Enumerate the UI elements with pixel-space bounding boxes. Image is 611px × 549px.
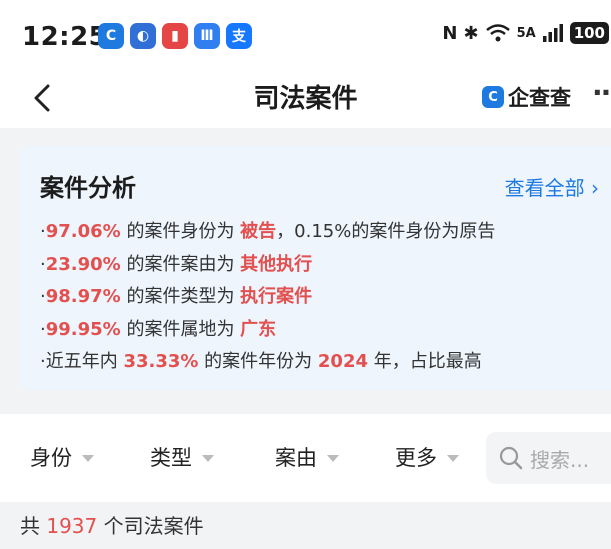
status-bar: 12:25 C ◐ ▮ Ⅲ 支 N ✱ 5A 100 [0,0,611,72]
analysis-line-identity: ·97.06% 的案件身份为 被告，0.15%的案件身份为原告 [40,221,496,242]
search-icon [499,446,523,470]
filter-more-dropdown[interactable]: 更多 [395,442,459,472]
app-globe-icon: ◐ [130,23,156,49]
notification-icons: C ◐ ▮ Ⅲ 支 [98,23,252,49]
more-menu-icon[interactable]: ·· [592,76,611,109]
app-alipay-icon: 支 [226,23,252,49]
case-count: 共 1937 个司法案件 [20,514,204,538]
system-icons: N ✱ 5A 100 [442,22,609,44]
filter-bar: 身份 类型 案由 更多 搜索... [0,414,611,502]
filter-type-dropdown[interactable]: 类型 [150,442,214,472]
analysis-line-cause: ·23.90% 的案件案由为 其他执行 [40,253,313,275]
case-count-bar: 共 1937 个司法案件 [0,502,611,549]
filter-identity-dropdown[interactable]: 身份 [30,442,94,472]
app-voice-icon: Ⅲ [194,23,220,49]
search-input[interactable]: 搜索... [486,432,611,484]
wifi-icon [485,24,510,42]
chevron-down-icon [447,455,459,462]
chevron-down-icon [202,455,214,462]
filter-cause-dropdown[interactable]: 案由 [275,442,339,472]
analysis-line-region: ·99.95% 的案件属地为 广东 [40,318,277,340]
analysis-line-year: ·近五年内 33.33% 的案件年份为 2024 年，占比最高 [40,351,482,372]
network-type-label: 5A [516,25,536,41]
analysis-lines: ·97.06% 的案件身份为 被告，0.15%的案件身份为原告 ·23.90% … [40,216,495,379]
search-placeholder: 搜索... [530,447,590,472]
app-circle-icon: C [98,23,124,49]
analysis-line-type: ·98.97% 的案件类型为 执行案件 [40,286,313,307]
nav-bar: 司法案件 C 企查查 ·· [0,72,611,128]
signal-icon [542,24,563,42]
brand-name: 企查查 [508,86,571,110]
analysis-title: 案件分析 [40,174,136,202]
battery-indicator: 100 [569,22,609,44]
case-analysis-card: 案件分析 查看全部 › ·97.06% 的案件身份为 被告，0.15%的案件身份… [20,146,611,390]
header-area: 12:25 C ◐ ▮ Ⅲ 支 N ✱ 5A 100 司法案件 C 企查查 ·· [0,0,611,128]
nfc-icon: N [442,22,458,44]
qichacha-logo-icon: C [482,86,504,108]
brand-logo: C 企查查 [482,82,571,112]
bluetooth-icon: ✱ [463,22,479,44]
app-red-book-icon: ▮ [162,23,188,49]
chevron-down-icon [82,455,94,462]
view-all-link[interactable]: 查看全部 › [505,172,599,201]
chevron-down-icon [327,455,339,462]
status-time: 12:25 [22,22,108,52]
